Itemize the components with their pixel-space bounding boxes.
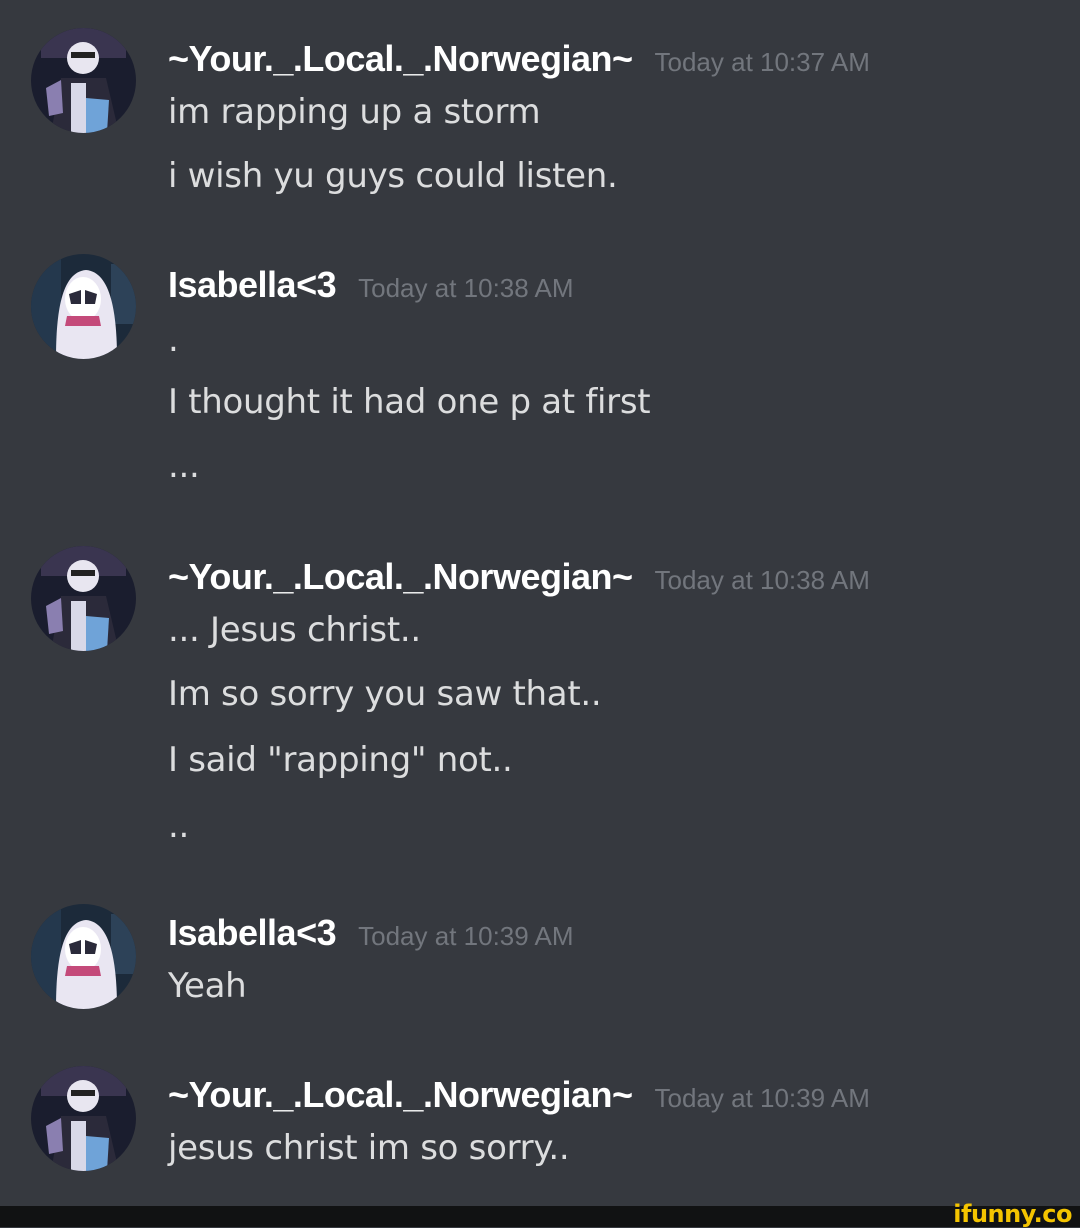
message-text: jesus christ im so sorry..: [168, 1128, 570, 1168]
timestamp: Today at 10:38 AM: [358, 273, 574, 303]
message-text: ..: [168, 806, 190, 846]
ifunny-watermark: ifunny.co: [953, 1200, 1072, 1228]
username[interactable]: ~Your._.Local._.Norwegian~: [168, 38, 633, 79]
spider-gwen-avatar[interactable]: [31, 254, 136, 359]
timestamp: Today at 10:38 AM: [654, 565, 870, 595]
message-text: ... Jesus christ..: [168, 610, 421, 650]
anime-character-avatar[interactable]: [31, 546, 136, 651]
username[interactable]: ~Your._.Local._.Norwegian~: [168, 556, 633, 597]
username[interactable]: ~Your._.Local._.Norwegian~: [168, 1074, 633, 1115]
footer-bar: [0, 1206, 1080, 1227]
timestamp: Today at 10:37 AM: [654, 47, 870, 77]
message-text: ...: [168, 446, 200, 486]
anime-character-avatar[interactable]: [31, 28, 136, 133]
message-text: i wish yu guys could listen.: [168, 156, 618, 196]
username[interactable]: Isabella<3: [168, 912, 337, 953]
message-text: im rapping up a storm: [168, 92, 541, 132]
message-text: I said "rapping" not..: [168, 740, 513, 780]
message-text: Yeah: [168, 966, 247, 1006]
timestamp: Today at 10:39 AM: [358, 921, 574, 951]
message-text: .: [168, 320, 179, 360]
timestamp: Today at 10:39 AM: [654, 1083, 870, 1113]
anime-character-avatar[interactable]: [31, 1066, 136, 1171]
spider-gwen-avatar[interactable]: [31, 904, 136, 1009]
message-text: I thought it had one p at first: [168, 382, 651, 422]
message-text: Im so sorry you saw that..: [168, 674, 602, 714]
username[interactable]: Isabella<3: [168, 264, 337, 305]
